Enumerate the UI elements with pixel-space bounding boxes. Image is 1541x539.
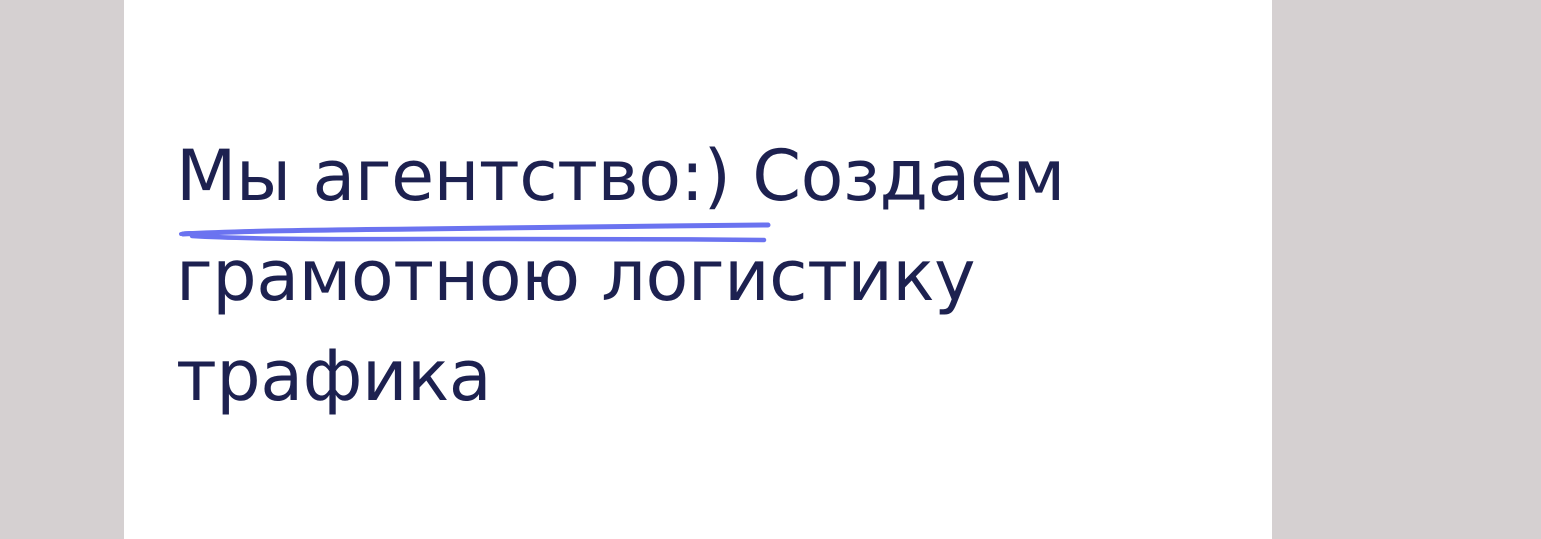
headline-highlighted-text: Мы агентство:): [176, 135, 731, 217]
slide-canvas: Мы агентство:) Создаем грамотною логисти…: [0, 0, 1541, 539]
headline-line-1: Мы агентство:) Создаем: [176, 126, 1065, 226]
headline: Мы агентство:) Создаем грамотною логисти…: [176, 126, 1065, 426]
headline-line-2: грамотною логистику: [176, 235, 976, 317]
headline-line-1-rest: Создаем: [730, 135, 1065, 217]
headline-line-3: трафика: [176, 335, 492, 417]
